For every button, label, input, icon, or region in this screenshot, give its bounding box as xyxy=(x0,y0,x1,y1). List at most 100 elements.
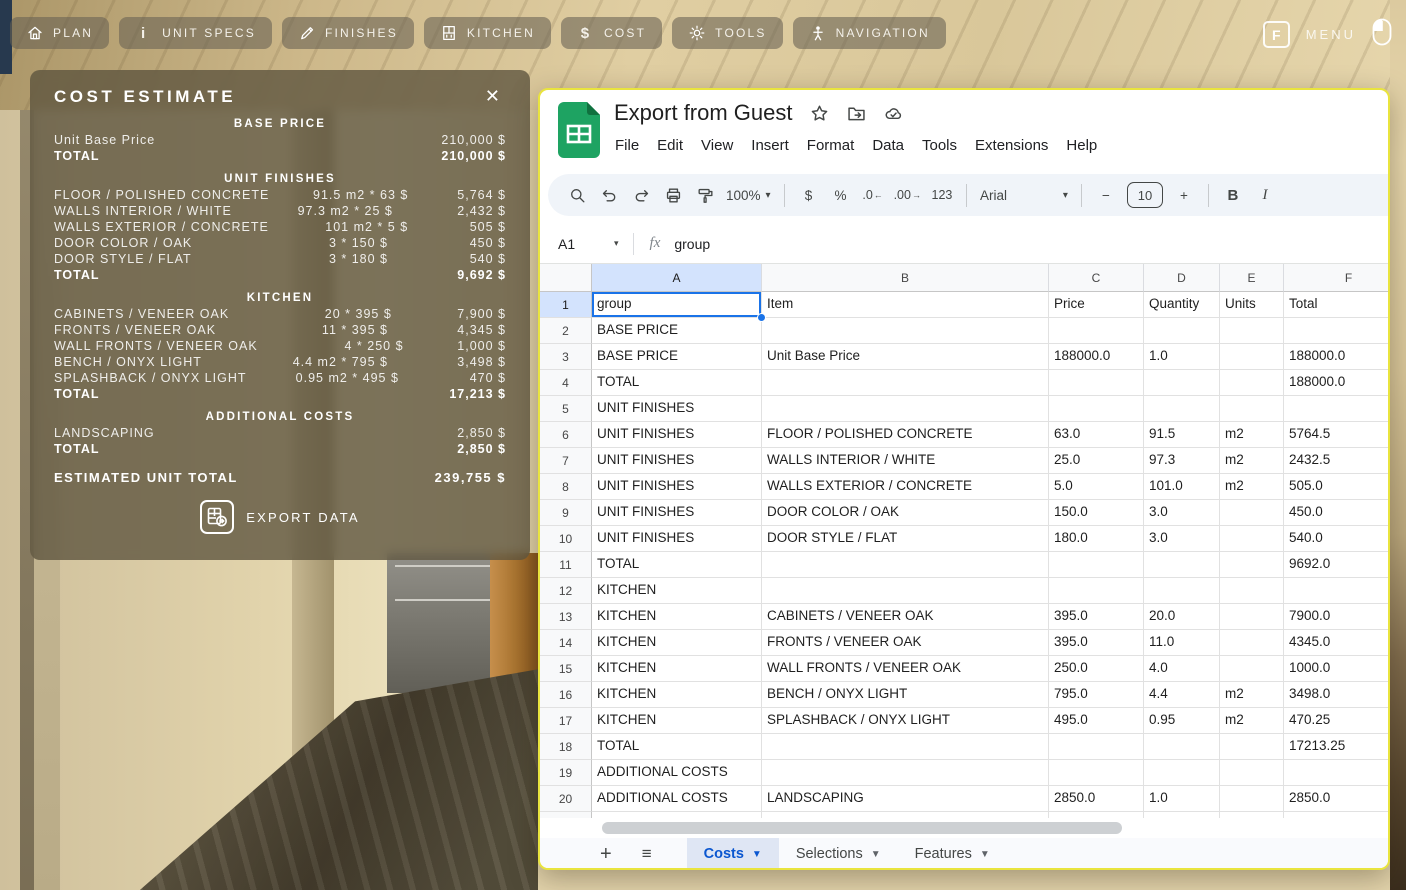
row-header-9[interactable]: 9 xyxy=(540,500,592,526)
cell-E14[interactable] xyxy=(1220,630,1284,656)
cell-B6[interactable]: FLOOR / POLISHED CONCRETE xyxy=(762,422,1049,448)
cell-D9[interactable]: 3.0 xyxy=(1144,500,1220,526)
app-button-finishes[interactable]: FINISHES xyxy=(282,17,414,49)
sheet-tab-selections[interactable]: Selections▼ xyxy=(779,838,898,870)
cell-A18[interactable]: TOTAL xyxy=(592,734,762,760)
row-header-8[interactable]: 8 xyxy=(540,474,592,500)
column-header-C[interactable]: C xyxy=(1049,264,1144,292)
cell-C11[interactable] xyxy=(1049,552,1144,578)
all-sheets-menu-icon[interactable]: ≡ xyxy=(642,844,651,864)
cell-F4[interactable]: 188000.0 xyxy=(1284,370,1388,396)
cell-D3[interactable]: 1.0 xyxy=(1144,344,1220,370)
font-size-input[interactable]: 10 xyxy=(1127,182,1163,208)
app-button-kitchen[interactable]: KITCHEN xyxy=(424,17,551,49)
cell-C19[interactable] xyxy=(1049,760,1144,786)
column-header-A[interactable]: A xyxy=(592,264,762,292)
cell-C5[interactable] xyxy=(1049,396,1144,422)
cell-F8[interactable]: 505.0 xyxy=(1284,474,1388,500)
number-format-icon[interactable]: 123 xyxy=(927,180,957,210)
cell-E15[interactable] xyxy=(1220,656,1284,682)
cell-F18[interactable]: 17213.25 xyxy=(1284,734,1388,760)
cell-B14[interactable]: FRONTS / VENEER OAK xyxy=(762,630,1049,656)
cell-A17[interactable]: KITCHEN xyxy=(592,708,762,734)
close-icon[interactable]: ✕ xyxy=(479,84,506,109)
row-header-13[interactable]: 13 xyxy=(540,604,592,630)
cell-C15[interactable]: 250.0 xyxy=(1049,656,1144,682)
cell-F14[interactable]: 4345.0 xyxy=(1284,630,1388,656)
row-header-15[interactable]: 15 xyxy=(540,656,592,682)
cell-A14[interactable]: KITCHEN xyxy=(592,630,762,656)
cell-E2[interactable] xyxy=(1220,318,1284,344)
menu-tools[interactable]: Tools xyxy=(913,134,966,157)
zoom-select[interactable]: 100%▾ xyxy=(722,180,775,210)
cell-D5[interactable] xyxy=(1144,396,1220,422)
cell-B12[interactable] xyxy=(762,578,1049,604)
decrease-font-size-button[interactable]: − xyxy=(1091,180,1121,210)
cell-A7[interactable]: UNIT FINISHES xyxy=(592,448,762,474)
cell-B1[interactable]: Item xyxy=(762,292,1049,318)
cell-A16[interactable]: KITCHEN xyxy=(592,682,762,708)
cell-B2[interactable] xyxy=(762,318,1049,344)
cell-B16[interactable]: BENCH / ONYX LIGHT xyxy=(762,682,1049,708)
cell-A20[interactable]: ADDITIONAL COSTS xyxy=(592,786,762,812)
cell-E6[interactable]: m2 xyxy=(1220,422,1284,448)
bold-button[interactable]: B xyxy=(1218,180,1248,210)
cell-D2[interactable] xyxy=(1144,318,1220,344)
cell-C8[interactable]: 5.0 xyxy=(1049,474,1144,500)
cell-A19[interactable]: ADDITIONAL COSTS xyxy=(592,760,762,786)
chevron-down-icon[interactable]: ▼ xyxy=(752,849,762,860)
cell-C16[interactable]: 795.0 xyxy=(1049,682,1144,708)
app-button-tools[interactable]: TOOLS xyxy=(672,17,782,49)
cell-E8[interactable]: m2 xyxy=(1220,474,1284,500)
cell-A11[interactable]: TOTAL xyxy=(592,552,762,578)
cell-D13[interactable]: 20.0 xyxy=(1144,604,1220,630)
chevron-down-icon[interactable]: ▼ xyxy=(980,849,990,860)
cell-C7[interactable]: 25.0 xyxy=(1049,448,1144,474)
row-header-18[interactable]: 18 xyxy=(540,734,592,760)
cell-E10[interactable] xyxy=(1220,526,1284,552)
cell-B13[interactable]: CABINETS / VENEER OAK xyxy=(762,604,1049,630)
cell-E5[interactable] xyxy=(1220,396,1284,422)
cell-C2[interactable] xyxy=(1049,318,1144,344)
cell-D17[interactable]: 0.95 xyxy=(1144,708,1220,734)
cell-E4[interactable] xyxy=(1220,370,1284,396)
sheet-tab-costs[interactable]: Costs▼ xyxy=(687,838,779,870)
cell-D11[interactable] xyxy=(1144,552,1220,578)
cell-A5[interactable]: UNIT FINISHES xyxy=(592,396,762,422)
cell-F16[interactable]: 3498.0 xyxy=(1284,682,1388,708)
cell-B7[interactable]: WALLS INTERIOR / WHITE xyxy=(762,448,1049,474)
cell-A15[interactable]: KITCHEN xyxy=(592,656,762,682)
row-header-14[interactable]: 14 xyxy=(540,630,592,656)
row-header-19[interactable]: 19 xyxy=(540,760,592,786)
cell-E18[interactable] xyxy=(1220,734,1284,760)
move-to-folder-icon[interactable] xyxy=(846,103,867,124)
cell-C1[interactable]: Price xyxy=(1049,292,1144,318)
cell-D1[interactable]: Quantity xyxy=(1144,292,1220,318)
row-header-3[interactable]: 3 xyxy=(540,344,592,370)
row-header-7[interactable]: 7 xyxy=(540,448,592,474)
select-all-corner[interactable] xyxy=(540,264,592,292)
cell-A4[interactable]: TOTAL xyxy=(592,370,762,396)
menu-view[interactable]: View xyxy=(692,134,742,157)
cell-C9[interactable]: 150.0 xyxy=(1049,500,1144,526)
star-icon[interactable] xyxy=(809,103,830,124)
cell-E16[interactable]: m2 xyxy=(1220,682,1284,708)
search-icon[interactable] xyxy=(562,180,592,210)
app-button-cost[interactable]: $COST xyxy=(561,17,662,49)
cell-E11[interactable] xyxy=(1220,552,1284,578)
horizontal-scrollbar[interactable] xyxy=(602,822,1122,834)
menu-insert[interactable]: Insert xyxy=(742,134,798,157)
cell-F15[interactable]: 1000.0 xyxy=(1284,656,1388,682)
formula-input[interactable]: group xyxy=(674,236,710,252)
cell-A13[interactable]: KITCHEN xyxy=(592,604,762,630)
cell-D4[interactable] xyxy=(1144,370,1220,396)
cell-F13[interactable]: 7900.0 xyxy=(1284,604,1388,630)
cell-B9[interactable]: DOOR COLOR / OAK xyxy=(762,500,1049,526)
cell-E20[interactable] xyxy=(1220,786,1284,812)
cell-A12[interactable]: KITCHEN xyxy=(592,578,762,604)
menu-format[interactable]: Format xyxy=(798,134,864,157)
paint-format-icon[interactable] xyxy=(690,180,720,210)
column-header-E[interactable]: E xyxy=(1220,264,1284,292)
cell-A3[interactable]: BASE PRICE xyxy=(592,344,762,370)
cell-E19[interactable] xyxy=(1220,760,1284,786)
